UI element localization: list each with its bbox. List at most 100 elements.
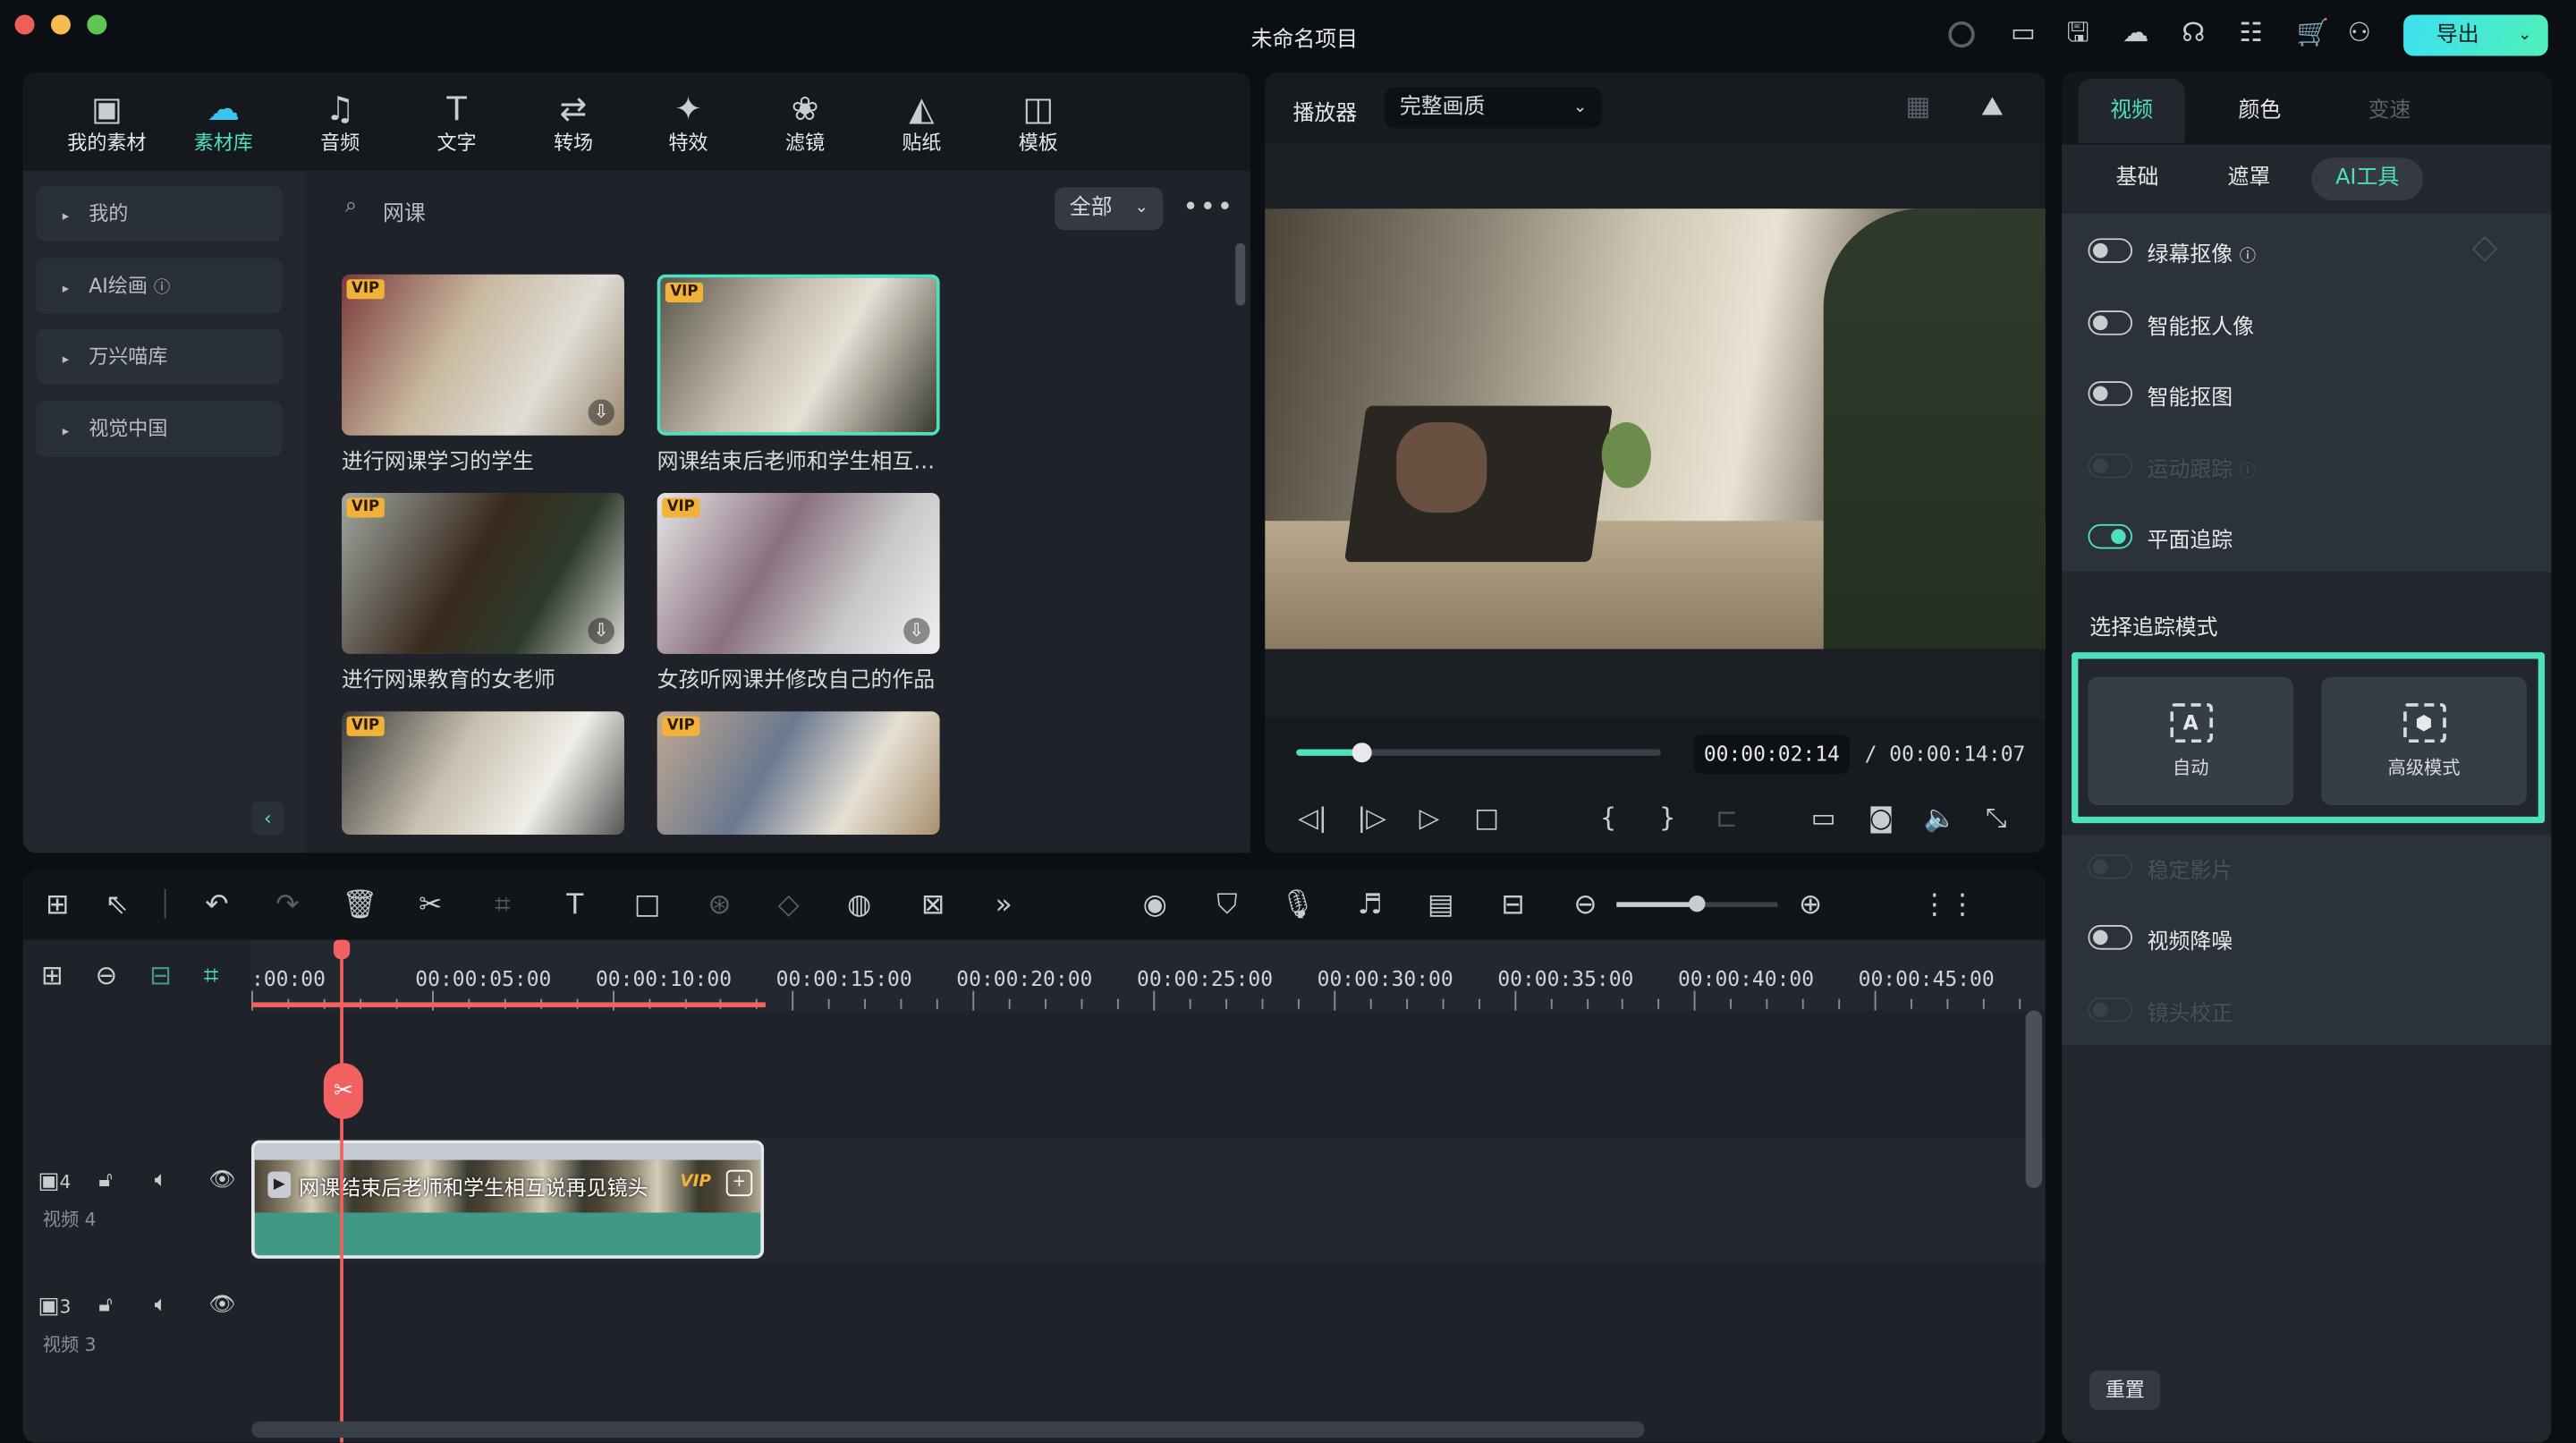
marker-icon[interactable]: ⛉ xyxy=(1209,889,1245,922)
asset-thumbnail[interactable]: VIP xyxy=(657,274,940,436)
cart-icon[interactable]: 🛒 xyxy=(2297,19,2330,46)
more-tools-icon[interactable]: » xyxy=(986,889,1021,922)
media-scrollbar[interactable] xyxy=(1235,242,1246,306)
inspector-tab-1[interactable]: 颜色 xyxy=(2207,79,2313,143)
snap-icon[interactable]: ⌗ xyxy=(204,962,219,989)
volume-icon[interactable]: 🔈︎ xyxy=(155,1170,167,1192)
layout-icon[interactable]: ⊞ xyxy=(39,889,75,922)
select-tool-icon[interactable]: ⇖ xyxy=(98,889,134,922)
audio-icon[interactable]: ♬ xyxy=(1352,889,1388,922)
toggle-switch[interactable] xyxy=(2088,854,2133,879)
mark-out-icon[interactable]: } xyxy=(1649,802,1685,833)
media-tab-4[interactable]: ⇄ 转场 xyxy=(521,89,626,156)
toggle-switch[interactable] xyxy=(2088,238,2133,263)
volume-icon[interactable]: 🔈︎ xyxy=(155,1294,167,1316)
zoom-slider-handle[interactable] xyxy=(1689,896,1706,912)
help-icon[interactable]: ⓘ xyxy=(154,279,170,297)
apps-icon[interactable]: ☷ xyxy=(2239,19,2262,46)
inspector-subtab-2[interactable]: AI工具 xyxy=(2311,157,2424,201)
color-icon[interactable]: ◍ xyxy=(841,889,877,922)
media-tab-7[interactable]: ◭ 贴纸 xyxy=(869,89,975,156)
cut-icon[interactable]: ✂ xyxy=(412,889,448,922)
keyframe-icon[interactable]: ◇ xyxy=(770,889,806,922)
track-layout-icon[interactable]: ⋮⋮ xyxy=(1920,889,1976,922)
delete-icon[interactable]: 🗑 xyxy=(342,889,377,922)
zoom-out-icon[interactable]: ⊖ xyxy=(1567,889,1603,922)
add-track-icon[interactable]: ⊞ xyxy=(41,962,64,989)
help-icon[interactable]: ⓘ xyxy=(2240,248,2256,266)
text-icon[interactable]: T xyxy=(557,889,593,922)
filter-dropdown[interactable]: 全部 ⌄ xyxy=(1055,187,1164,231)
redo-icon[interactable]: ↷ xyxy=(269,889,305,922)
asset-thumbnail[interactable]: VIP ⇩ xyxy=(342,274,624,436)
record-icon[interactable] xyxy=(1948,21,1975,48)
zoom-in-icon[interactable]: ⊕ xyxy=(1792,889,1828,922)
asset-thumbnail[interactable]: VIP xyxy=(657,711,940,836)
next-frame-icon[interactable]: |▷ xyxy=(1353,802,1389,833)
play-icon[interactable]: ▷ xyxy=(1411,802,1447,833)
snapshot-icon[interactable]: ◙ xyxy=(1863,802,1899,833)
layout-icon[interactable]: ▭ xyxy=(2011,19,2036,46)
fullscreen-icon[interactable]: ⤡ xyxy=(1978,802,2013,835)
asset-thumbnail[interactable]: VIP ⇩ xyxy=(342,493,624,655)
media-tab-8[interactable]: ◫ 模板 xyxy=(986,89,1091,156)
asset-thumbnail[interactable]: VIP xyxy=(342,711,624,836)
chevron-down-icon[interactable]: ⌄ xyxy=(2518,15,2531,56)
progress-track[interactable] xyxy=(1296,749,1661,756)
toggle-switch[interactable] xyxy=(2088,453,2133,479)
media-tab-0[interactable]: ▣ 我的素材 xyxy=(55,89,160,156)
inspector-subtab-0[interactable]: 基础 xyxy=(2089,157,2185,200)
lock-icon[interactable]: 🔓︎ xyxy=(98,1170,112,1192)
progress-handle[interactable] xyxy=(1352,743,1372,763)
auto-reframe-icon[interactable]: ⊠ xyxy=(915,889,951,922)
cloud-icon[interactable]: ☁ xyxy=(2123,19,2148,46)
sidebar-item-3[interactable]: ▸ 视觉中国 xyxy=(36,401,283,457)
more-options-icon[interactable]: ••• xyxy=(1182,191,1234,222)
media-tab-3[interactable]: T 文字 xyxy=(404,89,510,156)
help-icon[interactable]: ⓘ xyxy=(2240,463,2256,481)
asset-thumbnail[interactable]: VIP ⇩ xyxy=(657,493,940,655)
sidebar-item-0[interactable]: ▸ 我的 xyxy=(36,185,283,242)
inspector-tab-0[interactable]: 视频 xyxy=(2078,79,2185,143)
crop-icon[interactable]: ⌗ xyxy=(485,889,521,922)
tracking-mode-0[interactable]: A 自动 xyxy=(2088,676,2294,805)
toggle-switch[interactable] xyxy=(2088,381,2133,406)
media-tab-5[interactable]: ✦ 特效 xyxy=(636,89,741,156)
lock-icon[interactable]: 🔓︎ xyxy=(98,1294,112,1316)
eye-icon[interactable]: 👁︎ xyxy=(208,1294,235,1316)
inspector-subtab-1[interactable]: 遮罩 xyxy=(2201,157,2297,200)
grid-view-icon[interactable]: ▦ xyxy=(1906,93,1931,120)
download-icon[interactable]: ⇩ xyxy=(588,617,614,644)
reset-button[interactable]: 重置 xyxy=(2089,1370,2161,1410)
download-icon[interactable]: ⇩ xyxy=(588,399,614,426)
current-time[interactable]: 00:00:02:14 xyxy=(1693,734,1851,775)
inspector-tab-2[interactable]: 变速 xyxy=(2336,79,2443,143)
timeline-h-scrollbar[interactable] xyxy=(251,1421,1645,1439)
toggle-switch[interactable] xyxy=(2088,523,2133,549)
toggle-switch[interactable] xyxy=(2088,310,2133,335)
magnet-icon[interactable]: ⊟ xyxy=(149,962,172,989)
playhead-handle[interactable] xyxy=(333,939,351,960)
user-icon[interactable]: ⚇ xyxy=(2348,19,2371,46)
volume-icon[interactable]: 🔈 xyxy=(1922,802,1958,833)
toggle-switch[interactable] xyxy=(2088,997,2133,1023)
playhead[interactable] xyxy=(340,939,343,1443)
insert-icon[interactable]: ⊏ xyxy=(1708,802,1744,833)
timeline-v-scrollbar[interactable] xyxy=(2025,1010,2043,1188)
shape-icon[interactable]: □ xyxy=(629,889,665,922)
media-tab-1[interactable]: ☁ 素材库 xyxy=(171,89,276,156)
prev-frame-icon[interactable]: ◁| xyxy=(1294,802,1330,833)
scope-icon[interactable]: ⛰ xyxy=(1981,93,2004,120)
display-icon[interactable]: ▭ xyxy=(1806,802,1842,833)
media-tab-2[interactable]: ♫ 音频 xyxy=(287,89,393,156)
speech-to-text-icon[interactable]: ⊛ xyxy=(701,889,737,922)
video-preview[interactable] xyxy=(1265,208,2046,649)
microphone-icon[interactable]: 🎙 xyxy=(1280,889,1316,922)
export-button[interactable]: 导出 ⌄ xyxy=(2403,14,2548,56)
render-preview-icon[interactable]: ◉ xyxy=(1137,889,1173,922)
clip-expand-icon[interactable]: + xyxy=(725,1169,753,1197)
headset-icon[interactable]: ☊ xyxy=(2182,19,2205,46)
undo-icon[interactable]: ↶ xyxy=(199,889,234,922)
eye-icon[interactable]: 👁︎ xyxy=(208,1170,235,1192)
link-icon[interactable]: ⊖ xyxy=(96,962,118,989)
